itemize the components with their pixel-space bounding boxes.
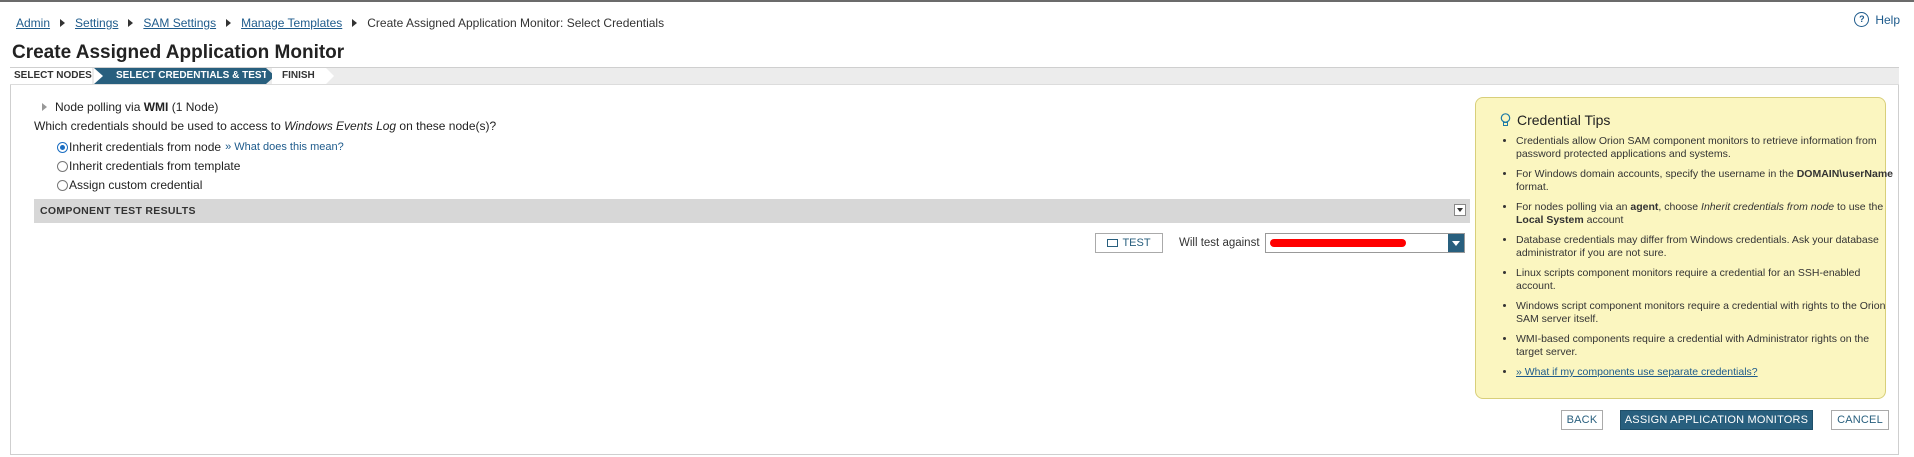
tip-text: Local System: [1516, 214, 1584, 227]
back-button[interactable]: BACK: [1561, 410, 1603, 430]
tip-text: For nodes polling via an: [1516, 200, 1631, 213]
assign-application-monitors-button[interactable]: ASSIGN APPLICATION MONITORS: [1620, 410, 1813, 430]
collapse-toggle-icon[interactable]: [1454, 204, 1466, 216]
credential-tips-panel: Credential Tips Credentials allow Orion …: [1475, 97, 1893, 399]
top-border: [0, 0, 1914, 2]
radio-button[interactable]: [57, 179, 68, 191]
tip-text: agent: [1630, 200, 1659, 213]
breadcrumb-separator-icon: [60, 19, 66, 27]
tip-text: For Windows domain accounts, specify the…: [1516, 167, 1797, 180]
question-suffix: on these node(s)?: [396, 119, 497, 133]
tip-text: format.: [1516, 181, 1549, 194]
wizard-step-finish: FINISH: [272, 68, 334, 84]
node-polling-toggle[interactable]: Node polling via WMI (1 Node): [42, 100, 218, 114]
breadcrumb-separator-icon: [128, 19, 134, 27]
radio-inherit-template-label: Inherit credentials from template: [69, 159, 241, 173]
radio-custom-credential-label: Assign custom credential: [69, 178, 203, 192]
credential-tips-list: Credentials allow Orion SAM component mo…: [1496, 135, 1894, 386]
credential-tip-item: WMI-based components require a credentia…: [1516, 333, 1894, 360]
credential-tip-item: » What if my components use separate cre…: [1516, 366, 1894, 379]
tip-text: Inherit credentials from node: [1701, 200, 1835, 213]
breadcrumb-admin[interactable]: Admin: [16, 16, 50, 30]
lightbulb-icon: [1500, 113, 1511, 127]
radio-inherit-node[interactable]: Inherit credentials from node » What doe…: [57, 140, 344, 154]
breadcrumb: Admin Settings SAM Settings Manage Templ…: [16, 16, 664, 30]
wizard-step-select-credentials: SELECT CREDENTIALS & TEST: [94, 68, 275, 84]
credential-tip-item: Credentials allow Orion SAM component mo…: [1516, 135, 1894, 162]
separate-credentials-link[interactable]: » What if my components use separate cre…: [1516, 366, 1758, 378]
breadcrumb-manage-templates[interactable]: Manage Templates: [241, 16, 342, 30]
breadcrumb-separator-icon: [352, 19, 358, 27]
test-button[interactable]: TEST: [1095, 233, 1163, 253]
expand-triangle-icon: [42, 103, 47, 111]
tip-text: Linux scripts component monitors require…: [1516, 266, 1861, 293]
node-polling-prefix: Node polling via: [55, 100, 144, 114]
question-prefix: Which credentials should be used to acce…: [34, 119, 285, 133]
test-icon: [1107, 239, 1119, 247]
test-button-label: TEST: [1122, 237, 1151, 249]
radio-inherit-node-label: Inherit credentials from node: [69, 140, 222, 154]
tip-text: Database credentials may differ from Win…: [1516, 233, 1879, 260]
radio-custom-credential[interactable]: Assign custom credential: [57, 178, 202, 192]
credential-tip-item: For nodes polling via an agent, choose I…: [1516, 201, 1894, 228]
will-test-against-label: Will test against: [1179, 237, 1260, 249]
wizard-step-select-nodes: SELECT NODES: [10, 68, 92, 84]
help-label: Help: [1875, 12, 1900, 27]
tip-text: WMI-based components require a credentia…: [1516, 332, 1870, 359]
component-test-results-title: COMPONENT TEST RESULTS: [40, 205, 196, 217]
tip-text: Credentials allow Orion SAM component mo…: [1516, 135, 1877, 161]
radio-inherit-template[interactable]: Inherit credentials from template: [57, 159, 240, 173]
breadcrumb-current: Create Assigned Application Monitor: Sel…: [367, 16, 665, 30]
breadcrumb-sam-settings[interactable]: SAM Settings: [143, 16, 216, 30]
what-does-this-mean-link[interactable]: » What does this mean?: [225, 141, 344, 153]
credential-tips-header: Credential Tips: [1500, 112, 1610, 128]
chevron-down-icon[interactable]: [1448, 234, 1464, 252]
cancel-button[interactable]: CANCEL: [1831, 410, 1889, 430]
page-title: Create Assigned Application Monitor: [12, 42, 345, 63]
breadcrumb-settings[interactable]: Settings: [75, 16, 118, 30]
radio-button-checked[interactable]: [57, 141, 68, 153]
credential-tip-item: For Windows domain accounts, specify the…: [1516, 168, 1894, 195]
tip-text: , choose: [1658, 200, 1702, 213]
credential-tip-item: Database credentials may differ from Win…: [1516, 234, 1894, 261]
tip-text: to use the: [1834, 200, 1884, 213]
tip-text: Windows script component monitors requir…: [1516, 299, 1886, 326]
credential-tips-title: Credential Tips: [1517, 112, 1611, 128]
tip-text: account: [1583, 214, 1624, 227]
breadcrumb-separator-icon: [226, 19, 232, 27]
help-link[interactable]: ? Help: [1854, 12, 1900, 27]
question-target: Windows Events Log: [284, 119, 397, 133]
node-polling-method: WMI: [143, 100, 169, 114]
radio-button[interactable]: [57, 160, 68, 172]
redacted-value: [1270, 239, 1406, 247]
credentials-question: Which credentials should be used to acce…: [34, 119, 496, 133]
credential-tip-item: Linux scripts component monitors require…: [1516, 267, 1894, 294]
test-node-select[interactable]: [1265, 233, 1465, 253]
tip-text: DOMAIN\userName: [1796, 167, 1893, 180]
help-circle-icon: ?: [1854, 12, 1870, 27]
component-test-results-header: COMPONENT TEST RESULTS: [34, 199, 1470, 223]
credential-tip-item: Windows script component monitors requir…: [1516, 300, 1894, 327]
wizard-steps: SELECT NODES SELECT CREDENTIALS & TEST F…: [10, 67, 1899, 85]
node-polling-count: (1 Node): [171, 100, 219, 114]
